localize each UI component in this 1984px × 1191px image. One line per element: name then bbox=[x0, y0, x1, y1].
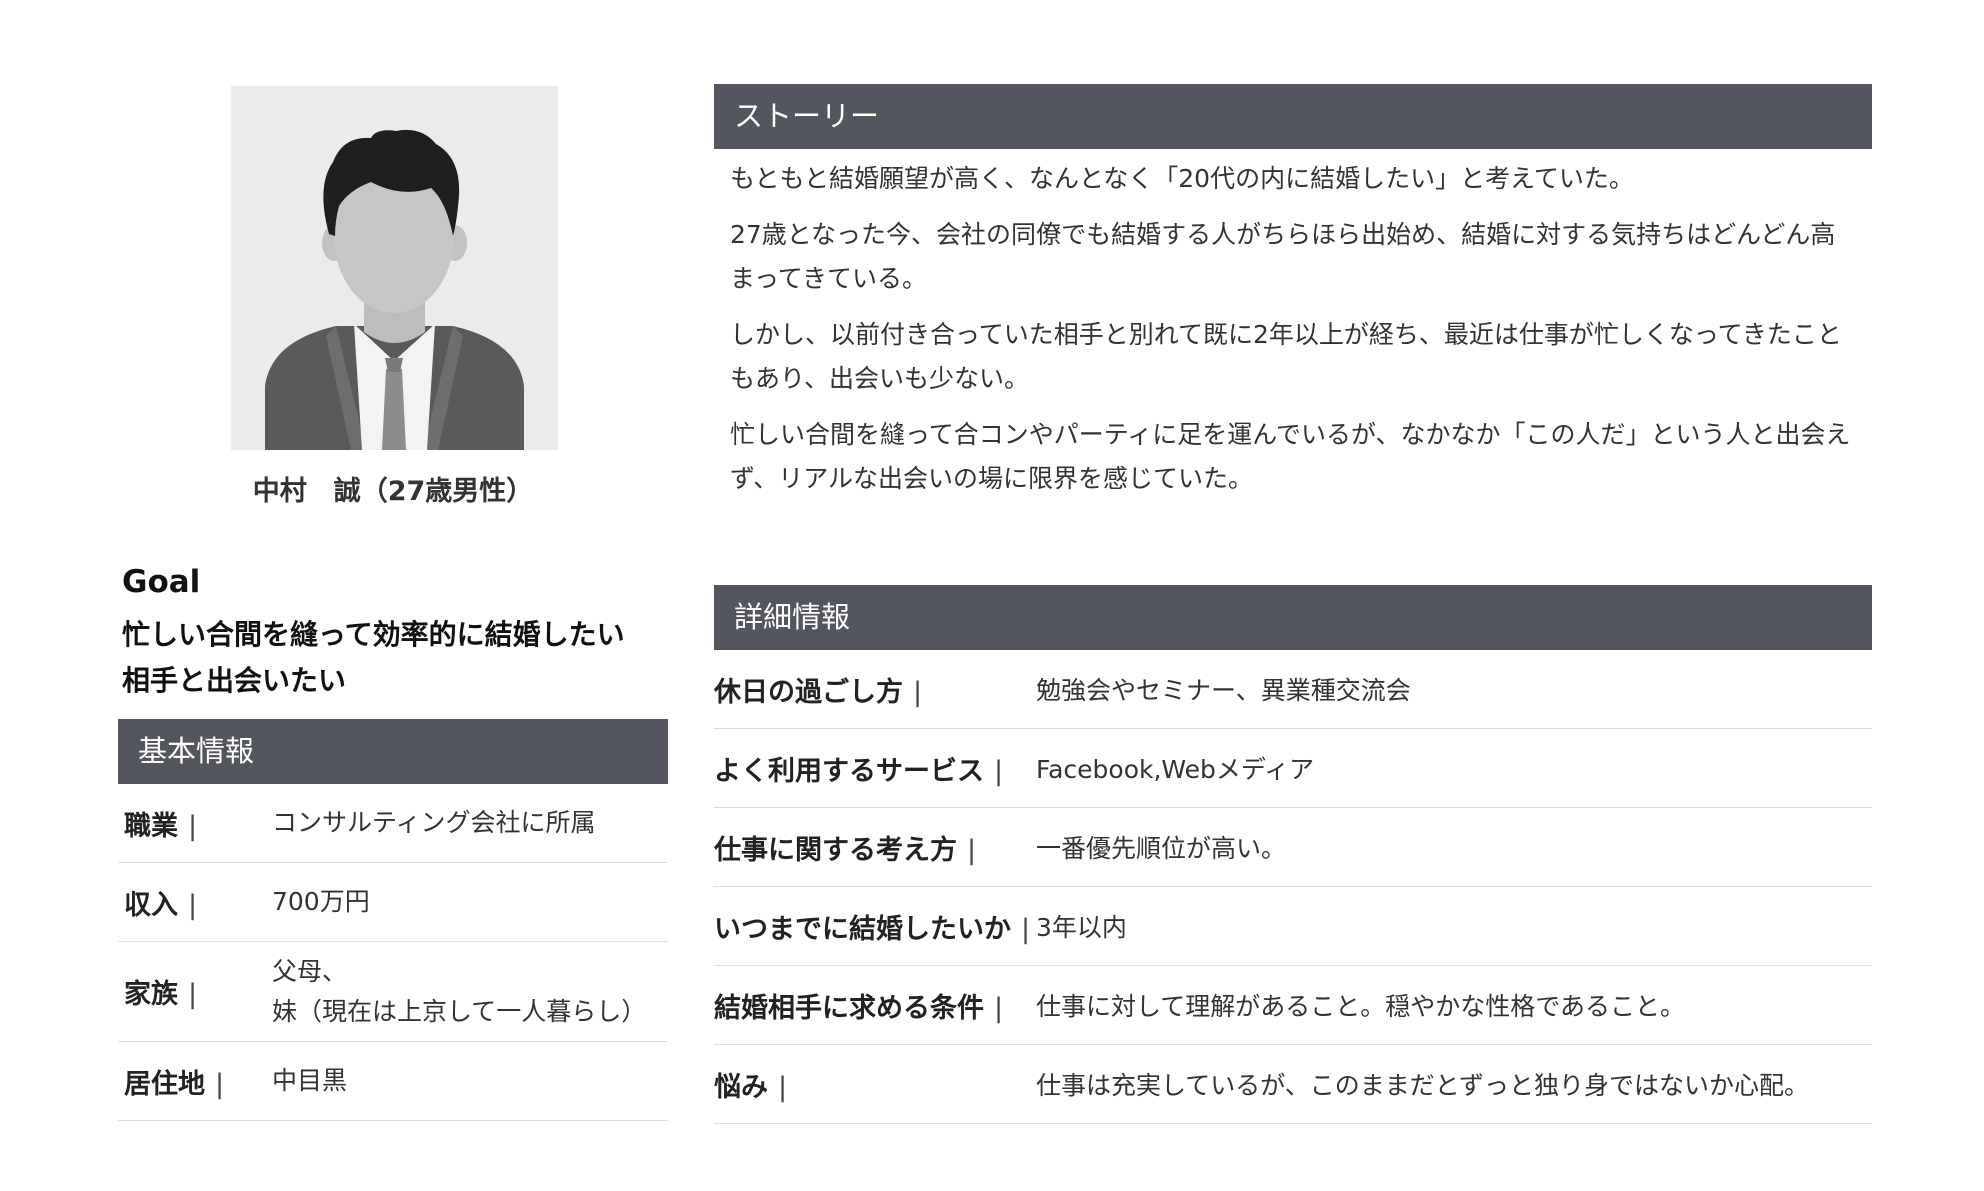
row-value: 700万円 bbox=[272, 887, 370, 916]
details-row-partner-conditions: 結婚相手に求める条件 | 仕事に対して理解があること。穏やかな性格であること。 bbox=[714, 966, 1872, 1045]
basic-info-header: 基本情報 bbox=[118, 719, 668, 784]
story-header: ストーリー bbox=[714, 84, 1872, 149]
row-value: 一番優先順位が高い。 bbox=[1036, 834, 1287, 863]
goal-text: 忙しい合間を縫って効率的に結婚したい 相手と出会いたい bbox=[122, 612, 682, 704]
row-label: いつまでに結婚したいか | bbox=[714, 913, 1031, 945]
story-paragraph: 27歳となった今、会社の同僚でも結婚する人がちらほら出始め、結婚に対する気持ちは… bbox=[730, 220, 1836, 293]
avatar bbox=[231, 86, 558, 450]
row-label: よく利用するサービス | bbox=[714, 755, 1004, 787]
row-label: 結婚相手に求める条件 | bbox=[714, 992, 1004, 1024]
story-body: もともと結婚願望が高く、なんとなく「20代の内に結婚したい」と考えていた。 27… bbox=[714, 149, 1872, 501]
row-label: 仕事に関する考え方 | bbox=[714, 834, 977, 866]
row-value: 父母、 妹（現在は上京して一人暮らし） bbox=[272, 956, 647, 1026]
story-section: ストーリー もともと結婚願望が高く、なんとなく「20代の内に結婚したい」と考えて… bbox=[714, 84, 1872, 501]
details-header: 詳細情報 bbox=[714, 585, 1872, 650]
row-label: 悩み | bbox=[714, 1071, 788, 1103]
row-value: 3年以内 bbox=[1036, 913, 1127, 942]
row-value: Facebook,Webメディア bbox=[1036, 755, 1315, 784]
details-row-holidays: 休日の過ごし方 | 勉強会やセミナー、異業種交流会 bbox=[714, 650, 1872, 729]
row-value: 仕事に対して理解があること。穏やかな性格であること。 bbox=[1036, 992, 1686, 1021]
details-row-work-view: 仕事に関する考え方 | 一番優先順位が高い。 bbox=[714, 808, 1872, 887]
basic-info-row-occupation: 職業 | コンサルティング会社に所属 bbox=[118, 784, 668, 863]
row-label: 居住地 | bbox=[124, 1068, 225, 1100]
row-value: 仕事は充実しているが、このままだとずっと独り身ではないか心配。 bbox=[1036, 1071, 1810, 1100]
details-row-concerns: 悩み | 仕事は充実しているが、このままだとずっと独り身ではないか心配。 bbox=[714, 1045, 1872, 1124]
story-paragraph: 忙しい合間を縫って合コンやパーティに足を運んでいるが、なかなか「この人だ」という… bbox=[730, 420, 1851, 493]
details-row-marriage-timing: いつまでに結婚したいか | 3年以内 bbox=[714, 887, 1872, 966]
basic-info-row-income: 収入 | 700万円 bbox=[118, 863, 668, 942]
row-value: 勉強会やセミナー、異業種交流会 bbox=[1036, 676, 1411, 705]
row-value: コンサルティング会社に所属 bbox=[272, 808, 596, 837]
goal-line: 相手と出会いたい bbox=[122, 664, 347, 697]
row-label: 家族 | bbox=[124, 979, 198, 1010]
persona-details: ストーリー もともと結婚願望が高く、なんとなく「20代の内に結婚したい」と考えて… bbox=[714, 84, 1872, 1124]
row-label: 収入 | bbox=[124, 889, 198, 921]
person-silhouette-icon bbox=[231, 86, 558, 450]
row-value: 中目黒 bbox=[272, 1066, 348, 1095]
goal-label: Goal bbox=[122, 564, 201, 600]
story-paragraph: もともと結婚願望が高く、なんとなく「20代の内に結婚したい」と考えていた。 bbox=[730, 164, 1634, 193]
details-row-services: よく利用するサービス | Facebook,Webメディア bbox=[714, 729, 1872, 808]
basic-info-row-family: 家族 | 父母、 妹（現在は上京して一人暮らし） bbox=[118, 942, 668, 1042]
basic-info-row-residence: 居住地 | 中目黒 bbox=[118, 1042, 668, 1121]
goal-line: 忙しい合間を縫って効率的に結婚したい bbox=[122, 618, 625, 651]
basic-info-section: 基本情報 職業 | コンサルティング会社に所属 収入 | 700万円 家族 | 父母、… bbox=[118, 719, 668, 1121]
row-label: 休日の過ごし方 | bbox=[714, 676, 923, 708]
persona-name: 中村 誠（27歳男性） bbox=[252, 476, 534, 507]
details-section: 詳細情報 休日の過ごし方 | 勉強会やセミナー、異業種交流会 よく利用するサービス… bbox=[714, 585, 1872, 1124]
row-label: 職業 | bbox=[124, 810, 198, 842]
story-paragraph: しかし、以前付き合っていた相手と別れて既に2年以上が経ち、最近は仕事が忙しくなっ… bbox=[730, 320, 1842, 393]
